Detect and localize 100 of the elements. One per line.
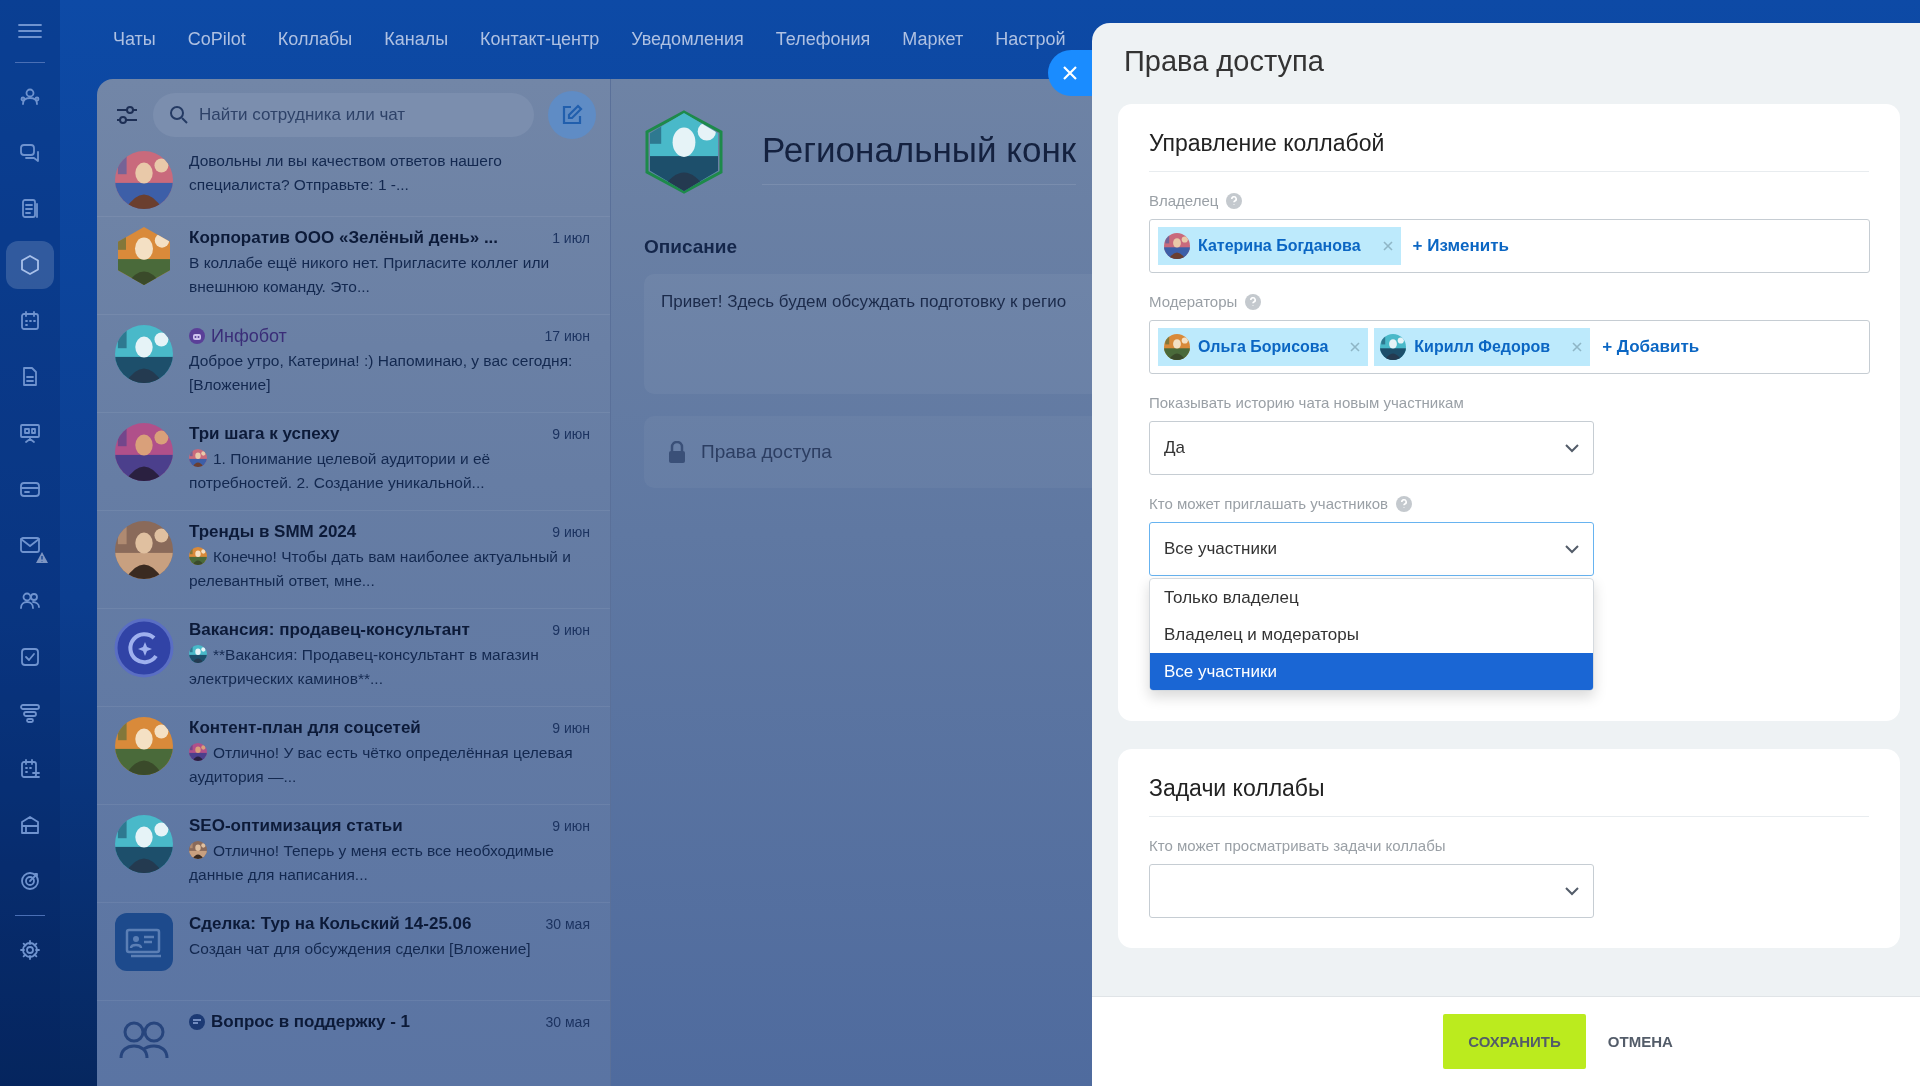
nav-link[interactable]: Настрой (995, 29, 1066, 50)
chat-title: Контент-план для соцсетей (189, 718, 421, 738)
nav-link[interactable]: Коллабы (277, 29, 353, 50)
close-icon (1572, 342, 1583, 352)
section-heading: Задачи коллабы (1149, 775, 1869, 817)
sparkle-icon (114, 618, 174, 678)
add-link[interactable]: + Добавить (1602, 337, 1700, 357)
chat-item[interactable]: Сделка: Тур на Кольский 14-25.06 30 мая Создан чат для обсуждения сделки [Вложение] (97, 903, 610, 1001)
lock-icon (669, 441, 685, 463)
nav-link[interactable]: Телефония (775, 29, 871, 50)
chat-date: 30 мая (545, 1014, 590, 1030)
field-label: Владелец (1149, 192, 1219, 209)
chat-date: 1 июл (552, 230, 590, 246)
building-icon (18, 813, 42, 837)
message-preview: Создан чат для обсуждения сделки [Вложение] (189, 939, 532, 959)
filter-icon (18, 701, 42, 725)
cancel-button[interactable]: ОТМЕНА (1601, 1032, 1679, 1051)
filter-icon (115, 104, 139, 126)
field-label: Кто может приглашать участников (1149, 495, 1389, 512)
dropdown-option[interactable]: Владелец и модераторы (1150, 616, 1593, 653)
nav-link[interactable]: Каналы (384, 29, 449, 50)
target-icon (18, 869, 42, 893)
person-tag[interactable]: Катерина Богданова (1158, 227, 1401, 265)
field-label: Показывать историю чата новым участникам (1149, 394, 1464, 411)
chat-item[interactable]: Корпоратив ООО «Зелёный день» ... 1 июл В коллабе ещё никого нет. Пригласите коллег или внешнюю команду. Это... (97, 217, 610, 315)
chat-icon (18, 141, 42, 165)
add-link[interactable]: + Изменить (1412, 236, 1509, 256)
message-preview: 1. Понимание целевой аудитории и её потребностей. 2. Создание уникальной... (189, 448, 492, 493)
nav-link[interactable]: Уведомления (631, 29, 744, 50)
chat-title: Три шага к успеху (189, 424, 340, 444)
calendar-icon (18, 757, 42, 781)
edit-icon (560, 103, 584, 127)
chat-title: Вакансия: продавец-консультант (189, 620, 470, 640)
save-button[interactable]: СОХРАНИТЬ (1443, 1014, 1586, 1069)
hexagon-icon (18, 253, 42, 277)
chat-title: Вопрос в поддержку - 1 (211, 1012, 411, 1032)
menu-icon (17, 22, 43, 40)
chat-item[interactable]: Вакансия: продавец-консультант 9 июн **Вакансия: Продавец-консультант в магазин электрических каминов**... (97, 609, 610, 707)
nav-link[interactable]: CoPilot (187, 29, 246, 50)
chat-item[interactable]: Довольны ли вы качеством ответов нашего специалиста? Отправьте: 1 -... (97, 149, 610, 217)
dropdown-option[interactable]: Все участники (1150, 653, 1593, 690)
chat-date: 30 мая (545, 916, 590, 932)
message-preview: **Вакансия: Продавец-консультант в магазин электрических каминов**... (189, 644, 540, 689)
people-field[interactable]: Катерина Богданова + Изменить (1149, 219, 1870, 273)
chat-title: SEO-оптимизация статьи (189, 816, 403, 836)
settings-icon (18, 938, 42, 962)
chat-date: 17 июн (544, 328, 590, 344)
message-preview: Конечно! Чтобы дать вам наиболее актуальный и релевантный ответ, мне... (189, 546, 572, 591)
chat-item[interactable]: Контент-план для соцсетей 9 июн Отлично! У вас есть чётко определённая целевая аудитория —... (97, 707, 610, 805)
chat-date: 9 июн (552, 818, 590, 834)
calendar-icon (18, 309, 42, 333)
close-icon (1062, 65, 1078, 81)
message-preview: В коллабе ещё никого нет. Пригласите коллег или внешнюю команду. Это... (189, 253, 551, 297)
search-field[interactable]: Найти сотрудника или чат (153, 93, 534, 137)
dropdown[interactable]: Да (1149, 421, 1594, 475)
close-button[interactable] (1048, 50, 1092, 96)
chat-date: 9 июн (552, 622, 590, 638)
nav-link[interactable]: Маркет (902, 29, 964, 50)
chevron-down-icon (1565, 544, 1579, 554)
chat-item[interactable]: Вопрос в поддержку - 1 30 мая (97, 1001, 610, 1086)
search-icon (169, 105, 189, 125)
person-tag[interactable]: Ольга Борисова (1158, 328, 1369, 366)
chat-item[interactable]: Инфобот 17 июн Доброе утро, Катерина! :) Напоминаю, у вас сегодня: [Вложение] (97, 315, 610, 413)
nav-link[interactable]: Чаты (113, 29, 156, 50)
checkbox-icon (18, 645, 42, 669)
section-heading: Управление коллабой (1149, 130, 1869, 172)
dropdown[interactable]: Все участники (1149, 522, 1594, 576)
people-field[interactable]: Ольга Борисова Кирилл Федоров + Добавить (1149, 320, 1870, 374)
dropdown-option[interactable]: Только владелец (1150, 579, 1593, 616)
chevron-down-icon (1565, 886, 1579, 896)
chat-date: 9 июн (552, 426, 590, 442)
chat-item[interactable]: SEO-оптимизация статьи 9 июн Отлично! Теперь у меня есть все необходимые данные для написания... (97, 805, 610, 903)
panel-title: Права доступа (1124, 45, 1325, 78)
message-preview: Отлично! У вас есть чётко определённая целевая аудитория —... (189, 742, 574, 787)
chat-item[interactable]: Тренды в SMM 2024 9 июн Конечно! Чтобы дать вам наиболее актуальный и релевантный ответ, мне... (97, 511, 610, 609)
people-icon (119, 1020, 169, 1060)
message-preview: Доброе утро, Катерина! :) Напоминаю, у вас сегодня: [Вложение] (189, 351, 574, 395)
field-label: Кто может просматривать задачи коллабы (1149, 837, 1446, 854)
contact-card-icon (115, 913, 173, 971)
section-label: Описание (644, 236, 738, 258)
chat-title: Тренды в SMM 2024 (189, 522, 357, 542)
chat-date: 9 июн (552, 524, 590, 540)
chat-title: Корпоратив ООО «Зелёный день» ... (189, 228, 499, 248)
sidebar-item[interactable] (6, 241, 54, 289)
chat-date: 9 июн (552, 720, 590, 736)
message-preview: Довольны ли вы качеством ответов нашего специалиста? Отправьте: 1 -... (189, 151, 503, 195)
person-tag[interactable]: Кирилл Федоров (1374, 328, 1591, 366)
message-preview: Отлично! Теперь у меня есть все необходимые данные для написания... (189, 840, 555, 885)
collab-title: Региональный конк (762, 119, 1077, 185)
board-icon (18, 421, 42, 445)
chat-bubble-icon (189, 1014, 205, 1030)
robot-icon (189, 328, 205, 344)
nav-link[interactable]: Контакт-центр (480, 29, 600, 50)
close-icon (1350, 342, 1361, 352)
chat-item[interactable]: Три шага к успеху 9 июн 1. Понимание целевой аудитории и её потребностей. 2. Создание уникальной... (97, 413, 610, 511)
description-text: Привет! Здесь будем обсуждать подготовку к регио (661, 292, 1067, 311)
chevron-down-icon (1565, 443, 1579, 453)
chat-title: Сделка: Тур на Кольский 14-25.06 (189, 914, 472, 934)
close-icon (1382, 241, 1393, 251)
field-label: Модераторы (1149, 293, 1238, 310)
